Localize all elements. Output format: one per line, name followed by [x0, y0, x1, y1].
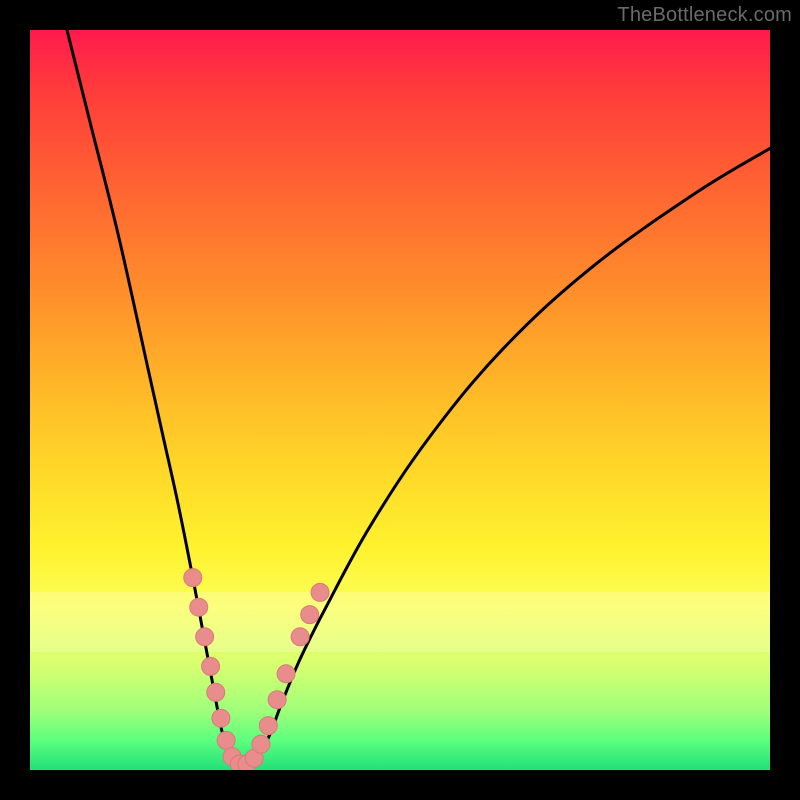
plot-area: [30, 30, 770, 770]
chart-svg: [30, 30, 770, 770]
data-dot: [259, 717, 277, 735]
data-dot: [252, 735, 270, 753]
curve-left-branch: [67, 30, 236, 766]
curve-group: [67, 30, 770, 766]
data-dot: [277, 665, 295, 683]
data-dot: [301, 606, 319, 624]
chart-frame: TheBottleneck.com: [0, 0, 800, 800]
data-dot: [311, 583, 329, 601]
data-dot: [202, 657, 220, 675]
data-dot: [291, 628, 309, 646]
data-dot: [196, 628, 214, 646]
curve-right-branch: [252, 148, 770, 766]
data-dot: [190, 598, 208, 616]
data-dot: [217, 731, 235, 749]
data-dot: [212, 709, 230, 727]
data-dot: [207, 683, 225, 701]
watermark-text: TheBottleneck.com: [617, 4, 792, 27]
data-dot: [268, 691, 286, 709]
dot-group: [184, 569, 329, 770]
data-dot: [184, 569, 202, 587]
